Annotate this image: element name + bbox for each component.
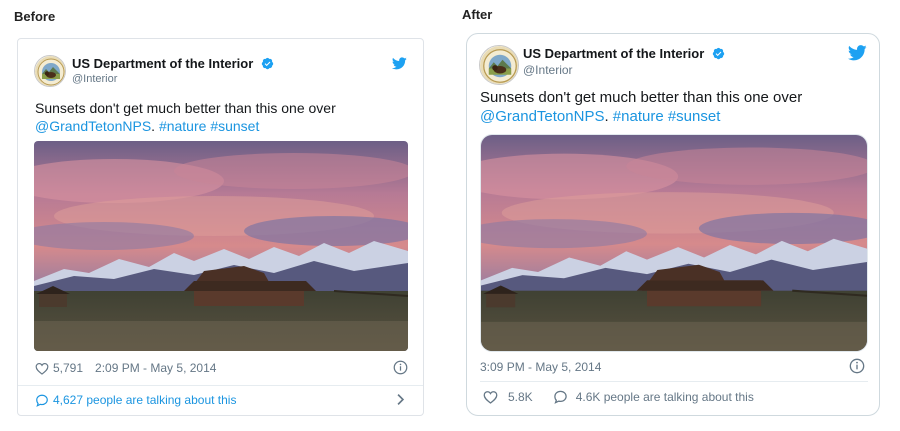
- heart-icon[interactable]: [35, 362, 49, 375]
- comment-bubble-icon[interactable]: [553, 390, 568, 404]
- mention-link[interactable]: @GrandTetonNPS: [480, 108, 604, 125]
- account-name-text[interactable]: US Department of the Interior: [72, 56, 253, 71]
- info-icon[interactable]: [849, 358, 865, 374]
- talking-count-text[interactable]: 4.6K people are talking about this: [576, 390, 754, 404]
- hashtag-nature-link[interactable]: #nature: [613, 108, 664, 125]
- tweet-photo[interactable]: [480, 134, 868, 352]
- tweet-text-body: Sunsets don't get much better than this …: [480, 89, 803, 106]
- like-count[interactable]: 5.8K: [508, 390, 533, 404]
- tweet-text: Sunsets don't get much better than this …: [35, 99, 415, 135]
- twitter-bird-icon[interactable]: [392, 57, 407, 70]
- info-icon[interactable]: [393, 360, 408, 375]
- heart-icon[interactable]: [483, 390, 498, 404]
- tweet-embed-after[interactable]: US Department of the Interior @Interior …: [466, 33, 880, 416]
- tweet-text: Sunsets don't get much better than this …: [480, 89, 870, 127]
- tweet-timestamp[interactable]: 3:09 PM - May 5, 2014: [480, 360, 601, 374]
- seal-avatar[interactable]: [479, 45, 519, 85]
- seal-avatar[interactable]: [34, 55, 66, 87]
- text-separator: .: [604, 107, 613, 125]
- like-count[interactable]: 5,791: [53, 361, 83, 375]
- account-handle[interactable]: @Interior: [72, 73, 117, 85]
- verified-badge-icon: [261, 57, 274, 70]
- mention-link[interactable]: @GrandTetonNPS: [35, 118, 151, 134]
- chevron-right-icon[interactable]: [396, 393, 405, 406]
- conversation-link[interactable]: 4,627 people are talking about this: [35, 393, 236, 407]
- verified-badge-icon: [712, 47, 725, 60]
- tweet-photo[interactable]: [34, 141, 408, 351]
- hashtag-nature-link[interactable]: #nature: [159, 118, 206, 134]
- account-name[interactable]: US Department of the Interior: [72, 56, 274, 71]
- card-divider: [18, 385, 423, 386]
- tweet-embed-before[interactable]: US Department of the Interior @Interior …: [17, 38, 424, 416]
- hashtag-sunset-link[interactable]: #sunset: [668, 108, 721, 125]
- twitter-bird-icon[interactable]: [848, 45, 867, 61]
- talking-count-text[interactable]: 4,627 people are talking about this: [53, 393, 236, 407]
- tweet-meta-row: 3:09 PM - May 5, 2014: [480, 360, 601, 374]
- account-name[interactable]: US Department of the Interior: [523, 46, 725, 61]
- text-separator: .: [151, 118, 159, 135]
- tweet-meta-row: 5,791 2:09 PM - May 5, 2014: [35, 361, 216, 375]
- tweet-timestamp[interactable]: 2:09 PM - May 5, 2014: [95, 361, 216, 375]
- comment-bubble-icon: [36, 394, 48, 407]
- card-divider: [480, 381, 868, 382]
- hashtag-sunset-link[interactable]: #sunset: [210, 118, 259, 134]
- account-handle[interactable]: @Interior: [523, 63, 573, 77]
- before-label: Before: [14, 9, 56, 24]
- after-label: After: [462, 7, 493, 22]
- tweet-text-body: Sunsets don't get much better than this …: [35, 100, 336, 116]
- account-name-text[interactable]: US Department of the Interior: [523, 46, 704, 61]
- engagement-row: 5.8K 4.6K people are talking about this: [483, 390, 754, 404]
